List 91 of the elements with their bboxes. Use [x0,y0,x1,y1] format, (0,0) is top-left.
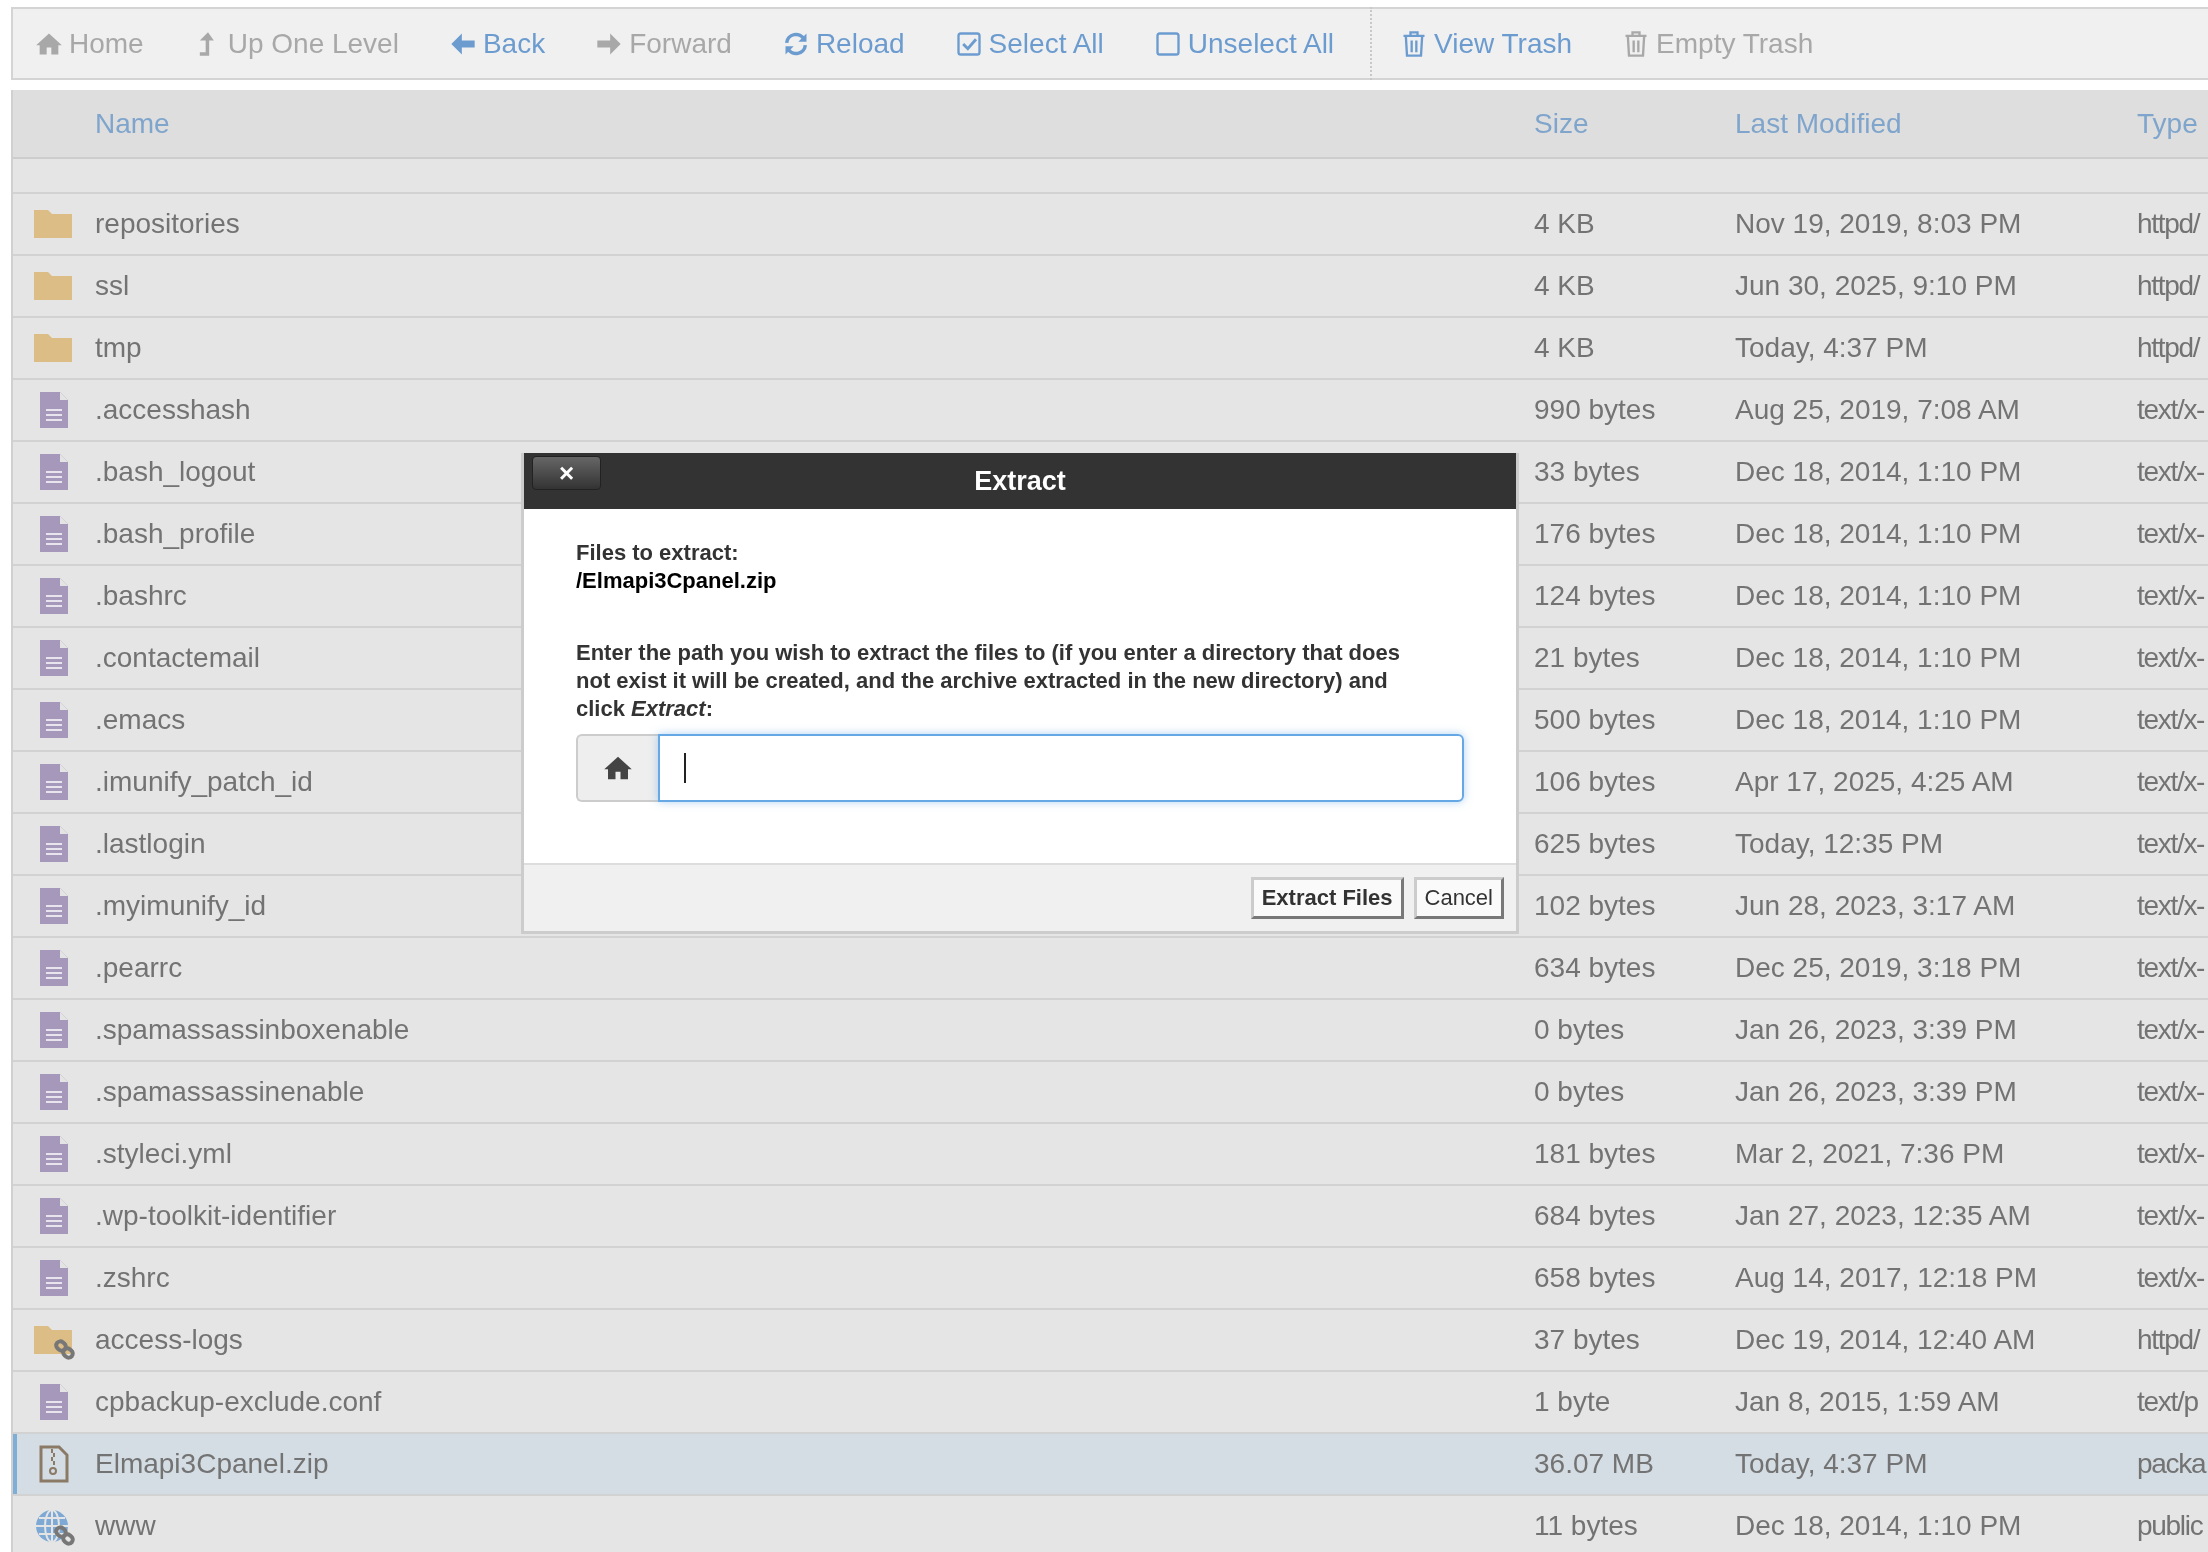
file-name: .bash_profile [95,518,256,549]
file-name: .bashrc [95,580,187,611]
file-name: .wp-toolkit-identifier [95,1200,337,1231]
file-name: .pearrc [95,952,183,983]
file-size: 4 KB [1534,270,1596,302]
file-name: tmp [95,332,142,363]
file-name: cpbackup-exclude.conf [95,1386,382,1417]
modified-date: Jan 8, 2015, 1:59 AM [1735,1386,2001,1418]
file-size: 102 bytes [1534,890,1657,922]
file-size: 21 bytes [1534,642,1641,674]
file-name: .emacs [95,704,186,735]
file-type: httpd/ [2137,208,2200,240]
file-size: 990 bytes [1534,394,1657,426]
file-size: 33 bytes [1534,456,1641,488]
file-name: .imunify_patch_id [95,766,313,797]
file-name: .zshrc [95,1262,170,1293]
file-type: text/x- [2137,704,2205,736]
file-name: ssl [95,270,130,301]
modified-date: Today, 4:37 PM [1735,332,1929,364]
file-name: access-logs [95,1324,243,1355]
modified-date: Jun 28, 2023, 3:17 AM [1735,890,2017,922]
file-size: 634 bytes [1534,952,1657,984]
modified-date: Today, 12:35 PM [1735,828,1945,860]
file-size: 4 KB [1534,208,1596,240]
file-size: 181 bytes [1534,1138,1657,1170]
modified-date: Dec 18, 2014, 1:10 PM [1735,1510,2023,1542]
modified-date: Jan 26, 2023, 3:39 PM [1735,1076,2018,1108]
file-name: www [95,1510,156,1541]
file-type: text/x- [2137,456,2205,488]
file-name: .bash_logout [95,456,256,487]
file-size: 36.07 MB [1534,1448,1655,1480]
file-type: text/x- [2137,1138,2205,1170]
file-name: .accesshash [95,394,251,425]
file-name: .contactemail [95,642,260,673]
file-size: 684 bytes [1534,1200,1657,1232]
modified-date: Today, 4:37 PM [1735,1448,1929,1480]
dialog-title: Extract [974,465,1066,497]
modified-date: Dec 18, 2014, 1:10 PM [1735,704,2023,736]
file-type: text/x- [2137,1200,2205,1232]
modified-date: Dec 18, 2014, 1:10 PM [1735,456,2023,488]
file-type: text/p [2137,1386,2198,1418]
modified-date: Jan 26, 2023, 3:39 PM [1735,1014,2018,1046]
archive-path: /Elmapi3Cpanel.zip [576,567,778,595]
file-size: 625 bytes [1534,828,1657,860]
file-size: 1 byte [1534,1386,1612,1418]
file-type: text/x- [2137,1262,2205,1294]
file-size: 106 bytes [1534,766,1657,798]
file-type: httpd/ [2137,1324,2200,1356]
files-label: Files to extract: [576,539,740,567]
file-type: text/x- [2137,828,2205,860]
file-name: .spamassassinenable [95,1076,365,1107]
file-size: 124 bytes [1534,580,1657,612]
file-name: repositories [95,208,240,239]
file-type: text/x- [2137,890,2205,922]
modified-date: Aug 14, 2017, 12:18 PM [1735,1262,2038,1294]
modified-date: Aug 25, 2019, 7:08 AM [1735,394,2021,426]
file-type: httpd/ [2137,270,2200,302]
modified-date: Dec 25, 2019, 3:18 PM [1735,952,2023,984]
file-type: text/x- [2137,1014,2205,1046]
modified-date: Dec 18, 2014, 1:10 PM [1735,518,2023,550]
file-type: text/x- [2137,518,2205,550]
file-type: text/x- [2137,952,2205,984]
modified-date: Jun 30, 2025, 9:10 PM [1735,270,2018,302]
modified-date: Dec 18, 2014, 1:10 PM [1735,580,2023,612]
file-name: .spamassassinboxenable [95,1014,410,1045]
file-size: 37 bytes [1534,1324,1641,1356]
modified-date: Dec 19, 2014, 12:40 AM [1735,1324,2037,1356]
file-type: packa [2137,1448,2206,1480]
file-size: 176 bytes [1534,518,1657,550]
file-name: Elmapi3Cpanel.zip [95,1448,329,1479]
file-type: httpd/ [2137,332,2200,364]
file-type: text/x- [2137,642,2205,674]
modified-date: Nov 19, 2019, 8:03 PM [1735,208,2023,240]
file-type: public [2137,1510,2203,1542]
file-name: .myimunify_id [95,890,267,921]
file-type: text/x- [2137,1076,2205,1108]
modified-date: Jan 27, 2023, 12:35 AM [1735,1200,2032,1232]
file-size: 500 bytes [1534,704,1657,736]
file-size: 0 bytes [1534,1014,1626,1046]
file-size: 0 bytes [1534,1076,1626,1108]
file-type: text/x- [2137,766,2205,798]
modified-date: Apr 17, 2025, 4:25 AM [1735,766,2015,798]
file-name: .lastlogin [95,828,206,859]
modified-date: Dec 18, 2014, 1:10 PM [1735,642,2023,674]
modified-date: Mar 2, 2021, 7:36 PM [1735,1138,2006,1170]
file-type: text/x- [2137,580,2205,612]
file-size: 4 KB [1534,332,1596,364]
file-type: text/x- [2137,394,2205,426]
file-size: 11 bytes [1534,1510,1639,1542]
file-size: 658 bytes [1534,1262,1657,1294]
file-name: .styleci.yml [95,1138,232,1169]
